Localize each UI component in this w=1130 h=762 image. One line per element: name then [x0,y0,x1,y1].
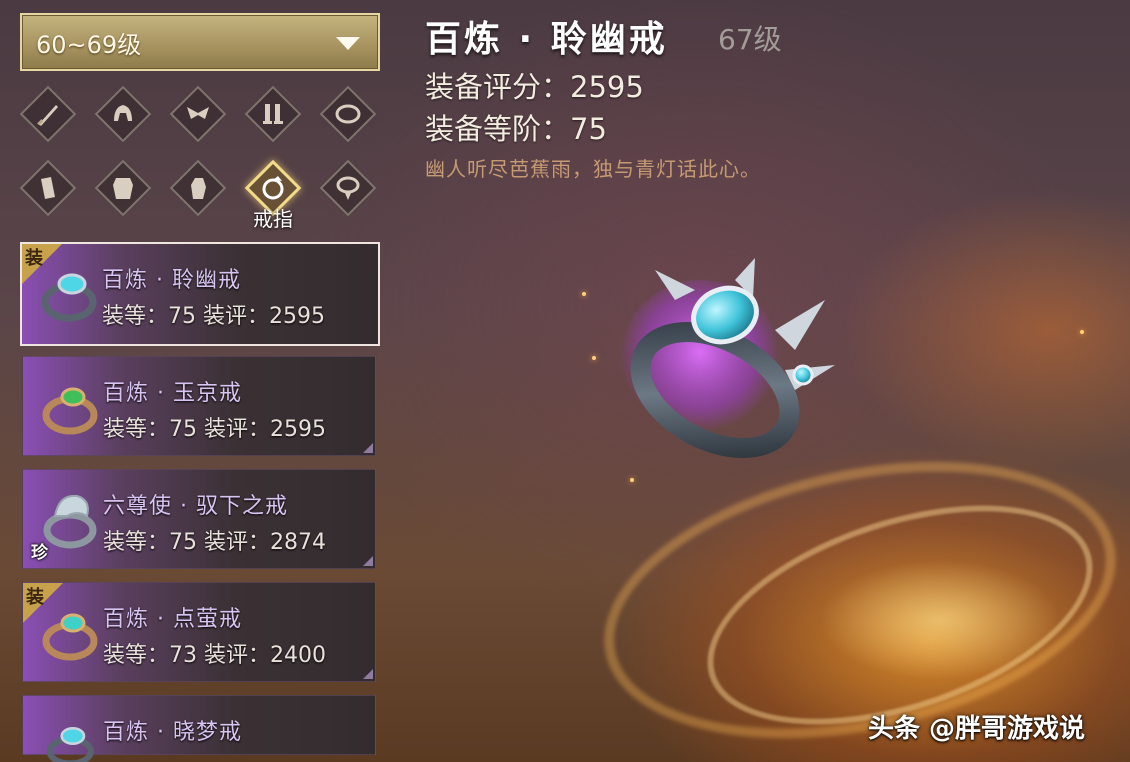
level-range-dropdown[interactable]: 60~69级 [20,13,380,71]
ring-list-item[interactable]: 珍 六尊使 · 驭下之戒 装等：75 装评：2874 [22,469,376,569]
dropdown-arrow-icon [336,37,360,50]
item-name: 百炼 · 晓梦戒 [103,720,242,745]
shoulder-icon [187,107,209,119]
slot-ring-label: 戒指 [253,207,293,231]
equipment-score-row: 装备评分：2595 [425,64,644,106]
corner-ornament [363,556,373,566]
slot-shoulder[interactable] [169,85,227,143]
equipment-tier-label: 装备等阶： [425,112,571,146]
item-stats: 装等：75 装评：2595 [103,417,326,442]
item-name: 百炼 · 点萤戒 [103,607,242,632]
item-stats: 装等：73 装评：2400 [103,643,326,668]
boots-icon [263,104,283,124]
equipment-tier-value: 75 [570,112,607,146]
ring-icon [262,176,284,200]
item-name: 百炼 · 玉京戒 [103,381,242,406]
bracelet-icon [335,104,361,124]
item-title: 百炼 · 聆幽戒 [425,19,668,60]
spark-decoration [1080,330,1084,334]
slot-glove[interactable] [169,159,227,217]
slot-necklace[interactable] [319,159,377,217]
equipped-tag-label: 装 [26,587,44,608]
armor-icon [113,178,133,199]
ring-list-item[interactable]: 装 百炼 · 聆幽戒 装等：75 装评：2595 [20,242,380,346]
item-stats: 装等：75 装评：2595 [102,304,325,329]
slot-armguard[interactable] [19,159,77,217]
level-range-value: 60~69级 [36,30,142,59]
equipment-tier-row: 装备等阶：75 [425,106,607,148]
slot-boots[interactable] [244,85,302,143]
necklace-icon [336,176,360,200]
slot-bracelet[interactable] [319,85,377,143]
item-name: 百炼 · 聆幽戒 [102,268,241,293]
item-name: 六尊使 · 驭下之戒 [103,494,288,519]
helmet-icon [114,105,132,121]
ring-item-icon [42,387,98,435]
treasure-badge: 珍 [31,543,48,563]
item-level: 67级 [718,23,782,56]
ring-item-icon [46,727,94,762]
corner-ornament [363,669,373,679]
equipment-score-value: 2595 [570,70,644,104]
equipment-score-label: 装备评分： [425,70,571,104]
ring-artwork [620,258,835,458]
source-watermark: 头条 @胖哥游戏说 [868,714,1086,744]
slot-helmet[interactable] [94,85,152,143]
fire-glow-decoration [820,560,1060,680]
slot-weapon[interactable] [19,85,77,143]
item-stats: 装等：75 装评：2874 [103,530,326,555]
ring-list-item[interactable]: 百炼 · 玉京戒 装等：75 装评：2595 [22,356,376,456]
equipped-tag-label: 装 [25,248,43,269]
item-flavor-text: 幽人听尽芭蕉雨，独与青灯话此心。 [425,157,761,181]
slot-armor[interactable] [94,159,152,217]
armguard-icon [41,177,55,199]
glove-icon [191,178,206,199]
corner-ornament [363,443,373,453]
ring-list-item[interactable]: 装 百炼 · 点萤戒 装等：73 装评：2400 [22,582,376,682]
ring-list-item[interactable]: 百炼 · 晓梦戒 [22,695,376,762]
sword-icon [37,105,58,126]
